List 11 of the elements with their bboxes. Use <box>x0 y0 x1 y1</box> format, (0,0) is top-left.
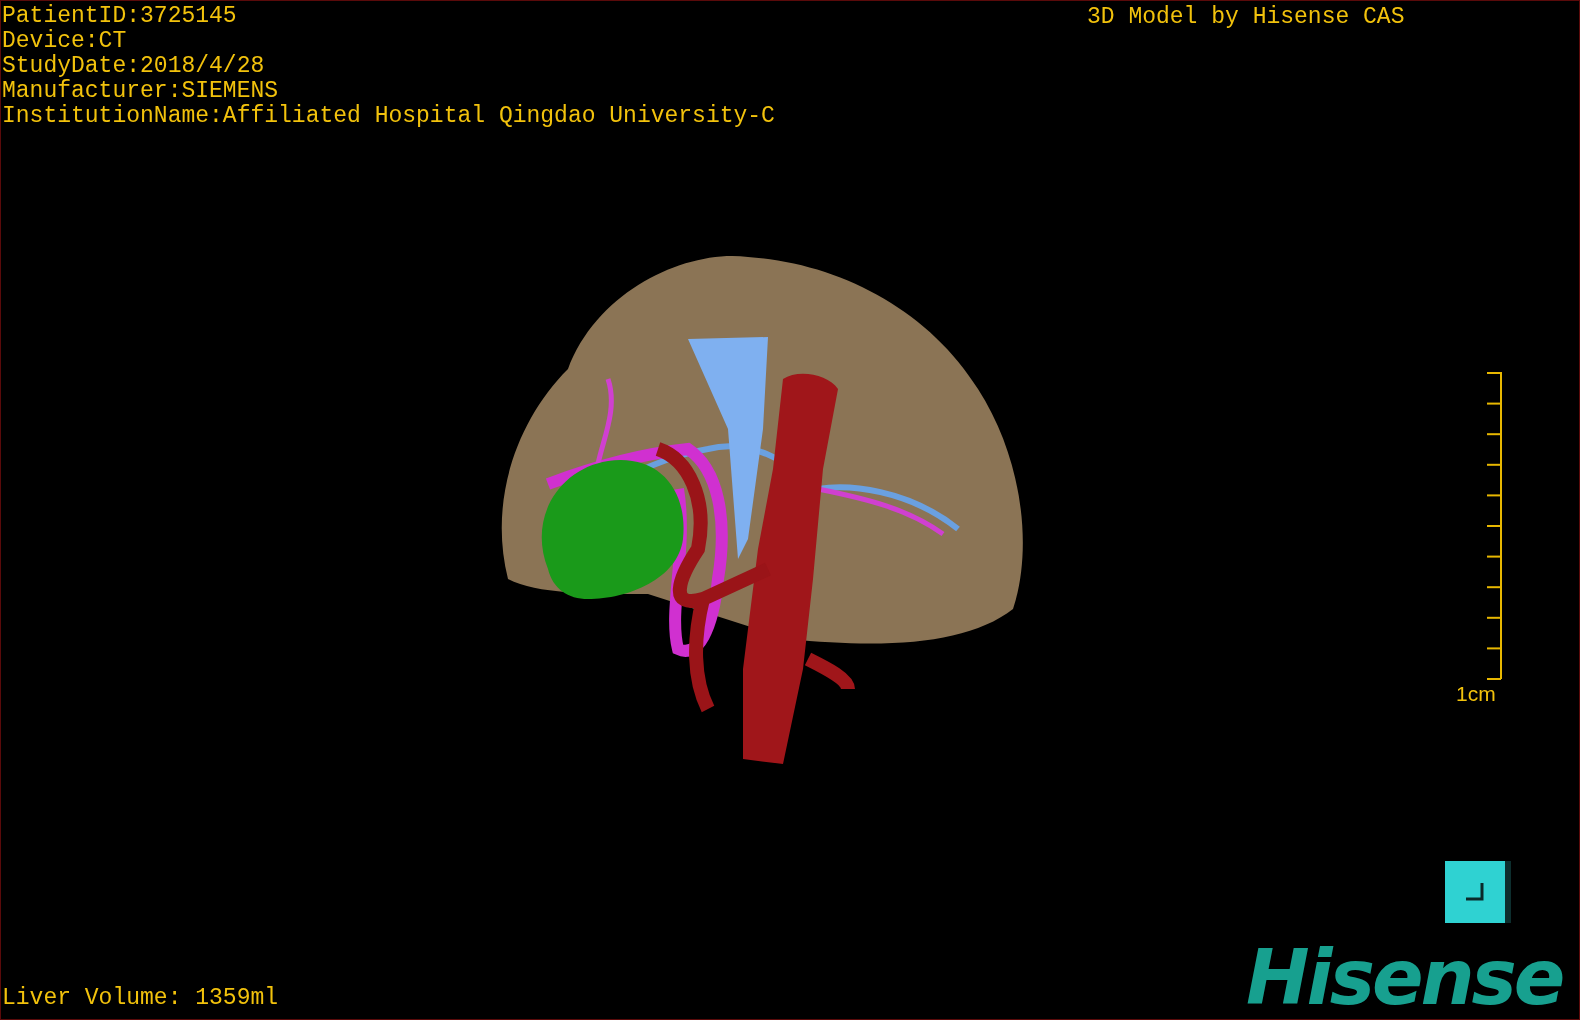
info-text: StudyDate:2018/4/28 <box>2 54 266 79</box>
info-text: InstitutionName:Affiliated Hospital Qingdao University-C <box>2 104 775 129</box>
scale-label: 1cm <box>1456 681 1496 706</box>
info-text: Device:CT <box>2 29 128 54</box>
liver-volume-text: Liver Volume: 1359ml <box>2 986 279 1011</box>
corner-icon <box>1464 881 1486 903</box>
viewer-title: 3D Model by Hisense CAS <box>1087 5 1405 30</box>
info-text: Manufacturer:SIEMENS <box>2 79 280 104</box>
info-text: PatientID:3725145 <box>2 4 238 29</box>
view-button[interactable] <box>1445 861 1511 923</box>
logo: Hisense <box>1246 936 1563 1019</box>
